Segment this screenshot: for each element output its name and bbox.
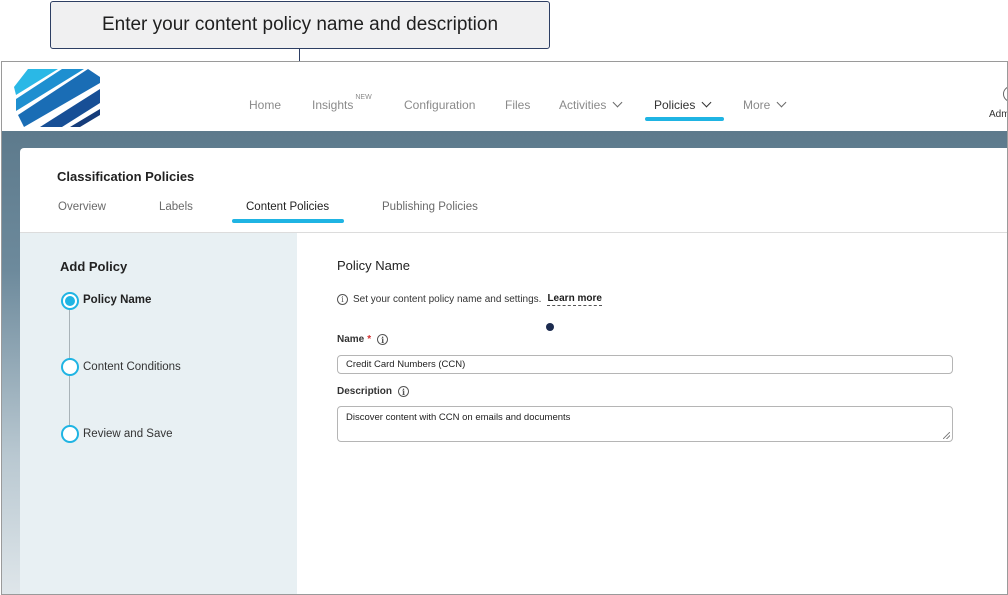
info-icon: i [337,294,348,305]
chevron-down-icon [612,97,623,108]
tab-publishing-policies[interactable]: Publishing Policies [382,201,478,213]
page-title: Classification Policies [57,169,195,184]
callout-target-dot [546,323,554,331]
tab-content-policies[interactable]: Content Policies [246,201,329,213]
brand-logo-icon [14,69,100,127]
info-text: Set your content policy name and setting… [353,294,542,305]
content-card: Classification Policies Overview Labels … [20,148,1007,594]
step-policy-name[interactable]: Policy Name [83,294,151,306]
steps-title: Add Policy [60,259,128,274]
required-marker: * [367,334,372,345]
screenshot-stage: Enter your content policy name and descr… [0,0,1008,595]
info-message: i Set your content policy name and setti… [337,293,602,306]
description-textarea[interactable]: Discover content with CCN on emails and … [337,406,953,442]
chevron-down-icon [701,97,712,108]
learn-more-link[interactable]: Learn more [547,293,602,306]
nav-insights[interactable]: Insights NEW [312,94,372,112]
description-value: Discover content with CCN on emails and … [346,412,571,423]
policy-name-input[interactable]: Credit Card Numbers (CCN) [337,355,953,374]
step-current-icon[interactable] [61,292,79,310]
chevron-down-icon [776,97,787,108]
nav-configuration[interactable]: Configuration [404,98,475,112]
step-content-conditions[interactable]: Content Conditions [83,361,181,373]
new-badge: NEW [355,94,372,101]
nav-files[interactable]: Files [505,98,530,112]
info-icon[interactable]: i [377,334,389,345]
info-icon[interactable]: i [398,386,410,397]
user-avatar-icon[interactable] [1003,86,1007,102]
top-navigation: Home Insights NEW Configuration Files Act… [2,62,1007,131]
nav-more[interactable]: More [743,97,787,112]
tab-active-indicator [232,219,344,223]
wizard-steps-panel: Add Policy Policy Name Content Condition… [20,233,297,594]
nav-home[interactable]: Home [249,98,281,112]
tab-labels[interactable]: Labels [159,201,193,213]
resize-handle-icon[interactable] [943,432,950,439]
description-label: Description i [337,386,410,397]
nav-activities[interactable]: Activities [559,97,623,112]
step-review-and-save[interactable]: Review and Save [83,428,173,440]
nav-active-indicator [645,117,724,121]
name-label: Name * i [337,334,389,345]
user-name[interactable]: Adm [989,109,1007,120]
callout-box: Enter your content policy name and descr… [50,1,550,49]
callout-text: Enter your content policy name and descr… [101,14,499,35]
policy-name-form: Policy Name i Set your content policy na… [297,233,1007,594]
step-pending-icon[interactable] [61,358,79,376]
tab-overview[interactable]: Overview [58,201,106,213]
app-window: Home Insights NEW Configuration Files Act… [1,61,1008,595]
nav-policies[interactable]: Policies [654,97,712,112]
form-title: Policy Name [337,258,410,273]
step-pending-icon[interactable] [61,425,79,443]
